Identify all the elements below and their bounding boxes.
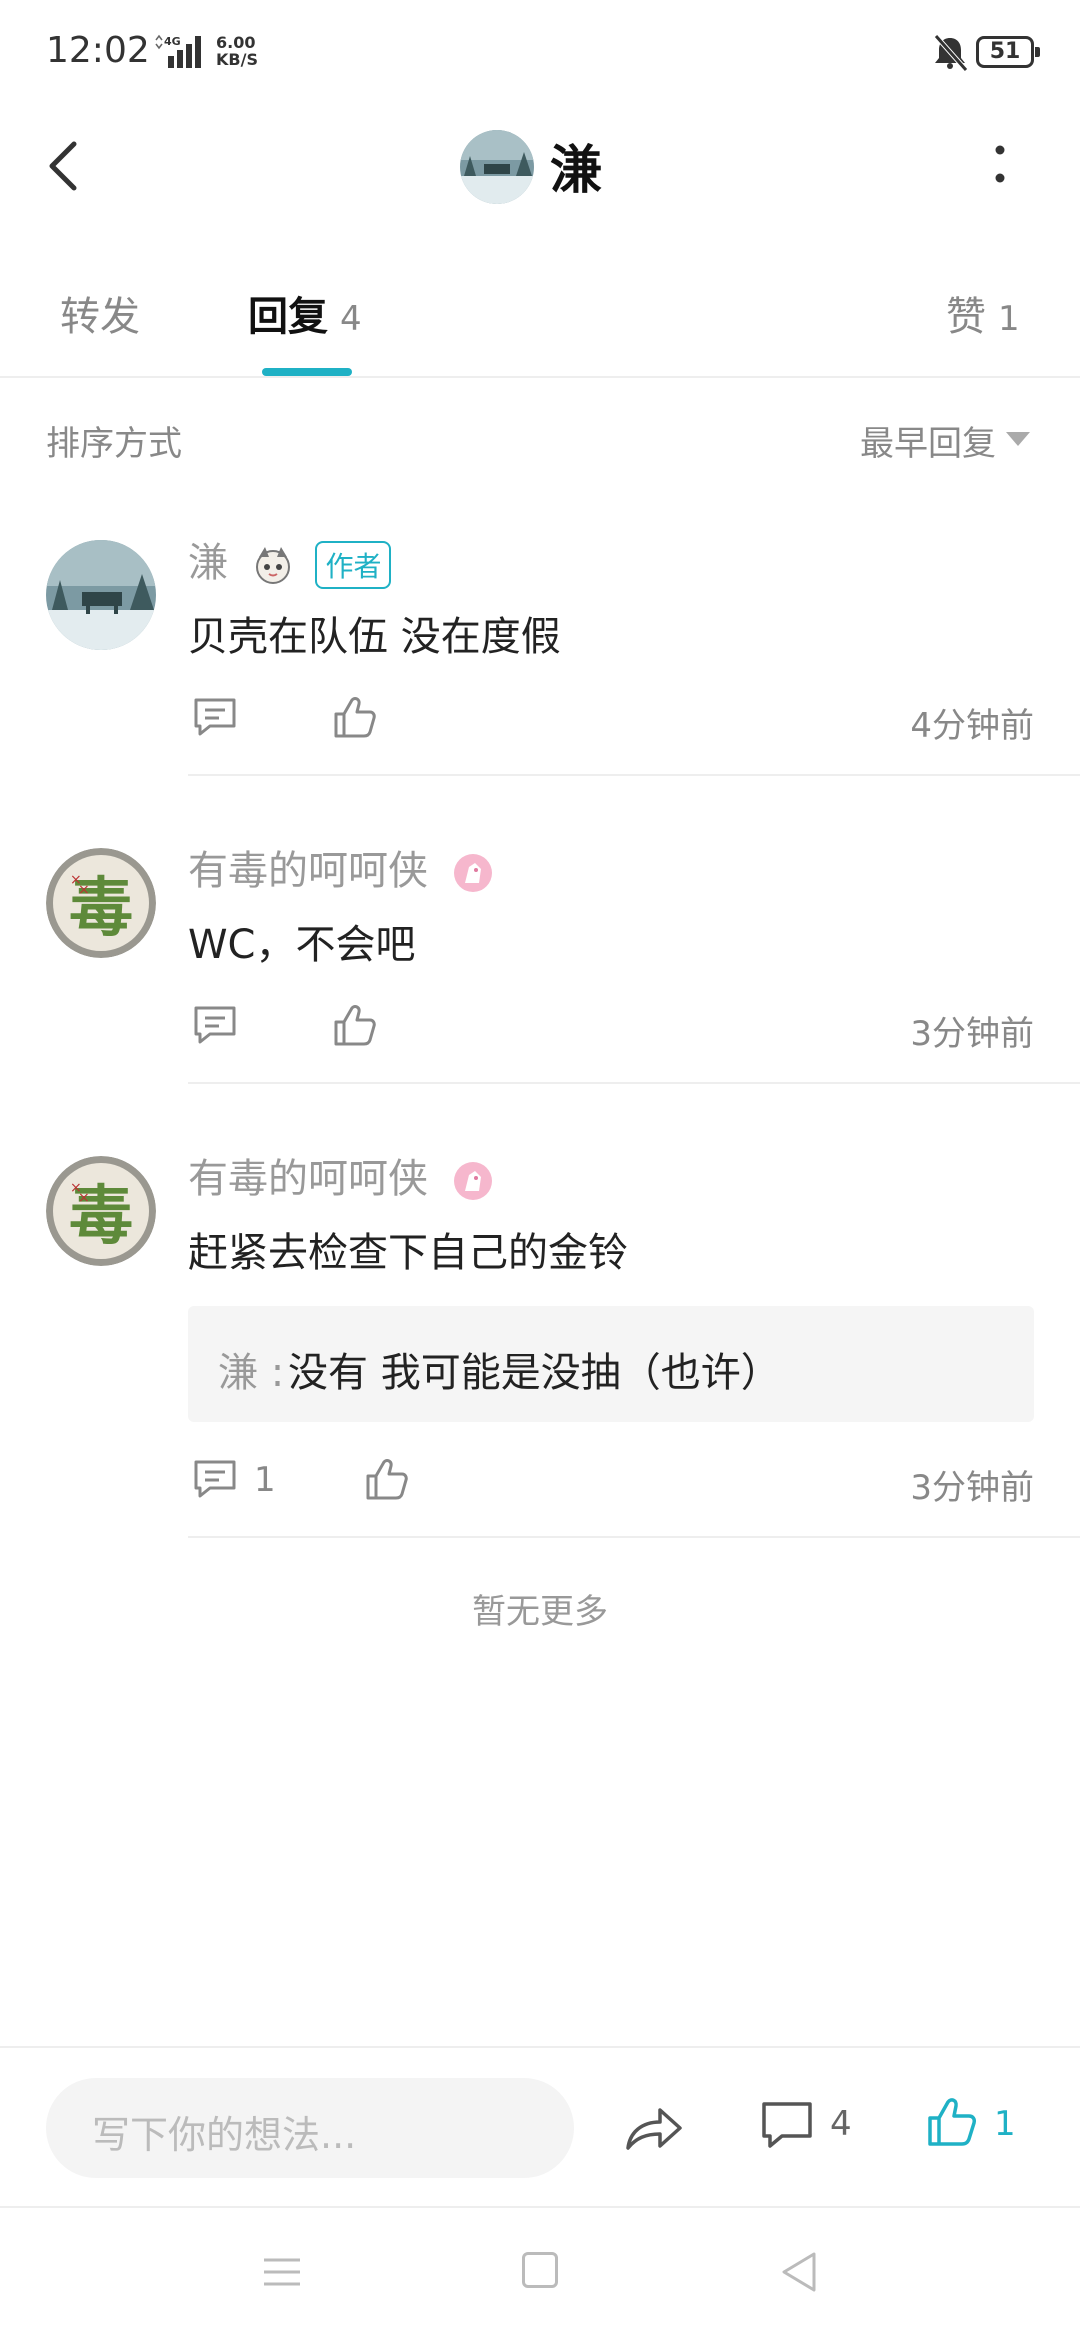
page-title: 溓 xyxy=(550,141,603,201)
comment-count: 4 xyxy=(830,2104,852,2144)
sort-row: 排序方式 最早回复 xyxy=(0,400,1080,480)
sort-label: 排序方式 xyxy=(46,424,182,464)
thumbs-up-icon[interactable] xyxy=(924,2094,980,2150)
caret-down-icon[interactable] xyxy=(1006,432,1030,446)
comment-text: WC，不会吧 xyxy=(188,922,416,968)
comment-time: 3分钟前 xyxy=(910,1014,1034,1054)
level-badge-icon xyxy=(453,1162,492,1200)
tab-replies[interactable]: 回复 4 xyxy=(248,284,362,342)
network-speed: 6.00 KB/S xyxy=(216,34,258,68)
winter-scene-icon xyxy=(460,130,534,204)
reply-count: 1 xyxy=(254,1460,276,1500)
tab-replies-label: 回复 xyxy=(248,294,328,340)
bell-muted-icon xyxy=(934,34,968,72)
back-arrow-icon[interactable] xyxy=(36,136,96,196)
thumbs-up-icon[interactable] xyxy=(330,692,380,742)
avatar[interactable]: 毒 × × xyxy=(46,1156,156,1266)
tab-replies-count: 4 xyxy=(340,299,362,339)
winter-scene-icon xyxy=(46,540,156,650)
comment-author[interactable]: 溓 作者 xyxy=(188,530,392,589)
quoted-reply-text: 没有 我可能是没抽（也许） xyxy=(288,1350,781,1396)
comment-time: 4分钟前 xyxy=(910,706,1034,746)
reply-icon[interactable] xyxy=(190,1000,240,1050)
author-badge: 作者 xyxy=(315,541,392,589)
comment-actions: 3分钟前 xyxy=(188,1000,1034,1060)
system-nav-bar xyxy=(0,2208,1080,2340)
status-time: 12:02 xyxy=(46,30,150,71)
svg-text:×: × xyxy=(78,1190,90,1206)
level-badge-icon xyxy=(453,854,492,892)
no-more-text: 暂无更多 xyxy=(472,1592,608,1632)
tab-likes-label: 赞 xyxy=(946,294,986,340)
tab-likes-count: 1 xyxy=(998,299,1020,339)
author-name: 有毒的呵呵侠 xyxy=(188,848,428,894)
speed-unit: KB/S xyxy=(216,50,258,69)
poison-character-avatar-icon: 毒 × × xyxy=(46,848,156,958)
divider xyxy=(188,774,1080,776)
more-vertical-icon[interactable] xyxy=(980,136,1020,196)
comment-time: 3分钟前 xyxy=(910,1468,1034,1508)
sort-dropdown[interactable]: 最早回复 xyxy=(860,416,996,465)
avatar[interactable]: 毒 × × xyxy=(46,848,156,958)
like-count: 1 xyxy=(994,2104,1016,2144)
comment-bubble-icon[interactable] xyxy=(760,2098,814,2154)
tab-likes[interactable]: 赞1 xyxy=(946,284,1020,342)
svg-text:×: × xyxy=(78,882,90,898)
thumbs-up-icon[interactable] xyxy=(362,1454,412,1504)
comment-author[interactable]: 有毒的呵呵侠 xyxy=(188,838,495,896)
poison-character-avatar-icon: 毒 × × xyxy=(46,1156,156,1266)
thumbs-up-icon[interactable] xyxy=(330,1000,380,1050)
share-arrow-icon[interactable] xyxy=(622,2098,686,2158)
bottom-action-bar: 写下你的想法... 4 1 xyxy=(0,2046,1080,2208)
comment-text: 赶紧去检查下自己的金铃 xyxy=(188,1230,628,1276)
tab-forward-label: 转发 xyxy=(60,294,140,340)
signal-icon: 4G xyxy=(155,34,201,68)
divider xyxy=(188,1082,1080,1084)
comment-actions: 4分钟前 xyxy=(188,692,1034,752)
divider xyxy=(188,1536,1080,1538)
author-name: 溓 xyxy=(188,540,228,586)
quoted-reply[interactable]: 溓 : 没有 我可能是没抽（也许） xyxy=(188,1306,1034,1422)
header-avatar[interactable] xyxy=(460,130,534,204)
menu-icon[interactable] xyxy=(262,2254,302,2290)
comment-actions: 1 3分钟前 xyxy=(188,1454,1034,1514)
reply-icon[interactable] xyxy=(190,1454,240,1504)
battery-icon: 51 xyxy=(976,36,1040,68)
home-square-icon[interactable] xyxy=(522,2252,558,2288)
comment-item: 毒 × × 有毒的呵呵侠 WC，不会吧 3分钟前 xyxy=(0,838,1080,1088)
status-bar: 12:02 4G 6.00 KB/S 51 xyxy=(0,0,1080,100)
reply-icon[interactable] xyxy=(190,692,240,742)
comment-item: 毒 × × 有毒的呵呵侠 赶紧去检查下自己的金铃 溓 : 没有 我可能是没抽（也… xyxy=(0,1146,1080,1542)
back-triangle-icon[interactable] xyxy=(778,2250,818,2294)
network-type: 4G xyxy=(164,35,181,48)
comment-author[interactable]: 有毒的呵呵侠 xyxy=(188,1146,495,1204)
comment-input-placeholder: 写下你的想法... xyxy=(92,2113,357,2157)
tab-bar: 转发 回复 4 赞1 xyxy=(0,240,1080,378)
cartoon-badge-icon xyxy=(255,547,290,584)
quoted-reply-author: 溓 : xyxy=(218,1350,285,1396)
comment-text: 贝壳在队伍 没在度假 xyxy=(188,614,561,660)
avatar[interactable] xyxy=(46,540,156,650)
tab-forward[interactable]: 转发 xyxy=(60,284,140,342)
speed-value: 6.00 xyxy=(216,33,256,52)
top-app-bar: 溓 xyxy=(0,100,1080,240)
author-name: 有毒的呵呵侠 xyxy=(188,1156,428,1202)
comment-input[interactable]: 写下你的想法... xyxy=(46,2078,574,2178)
active-tab-indicator xyxy=(262,368,352,376)
comment-item: 溓 作者 贝壳在队伍 没在度假 4分钟前 xyxy=(0,530,1080,780)
